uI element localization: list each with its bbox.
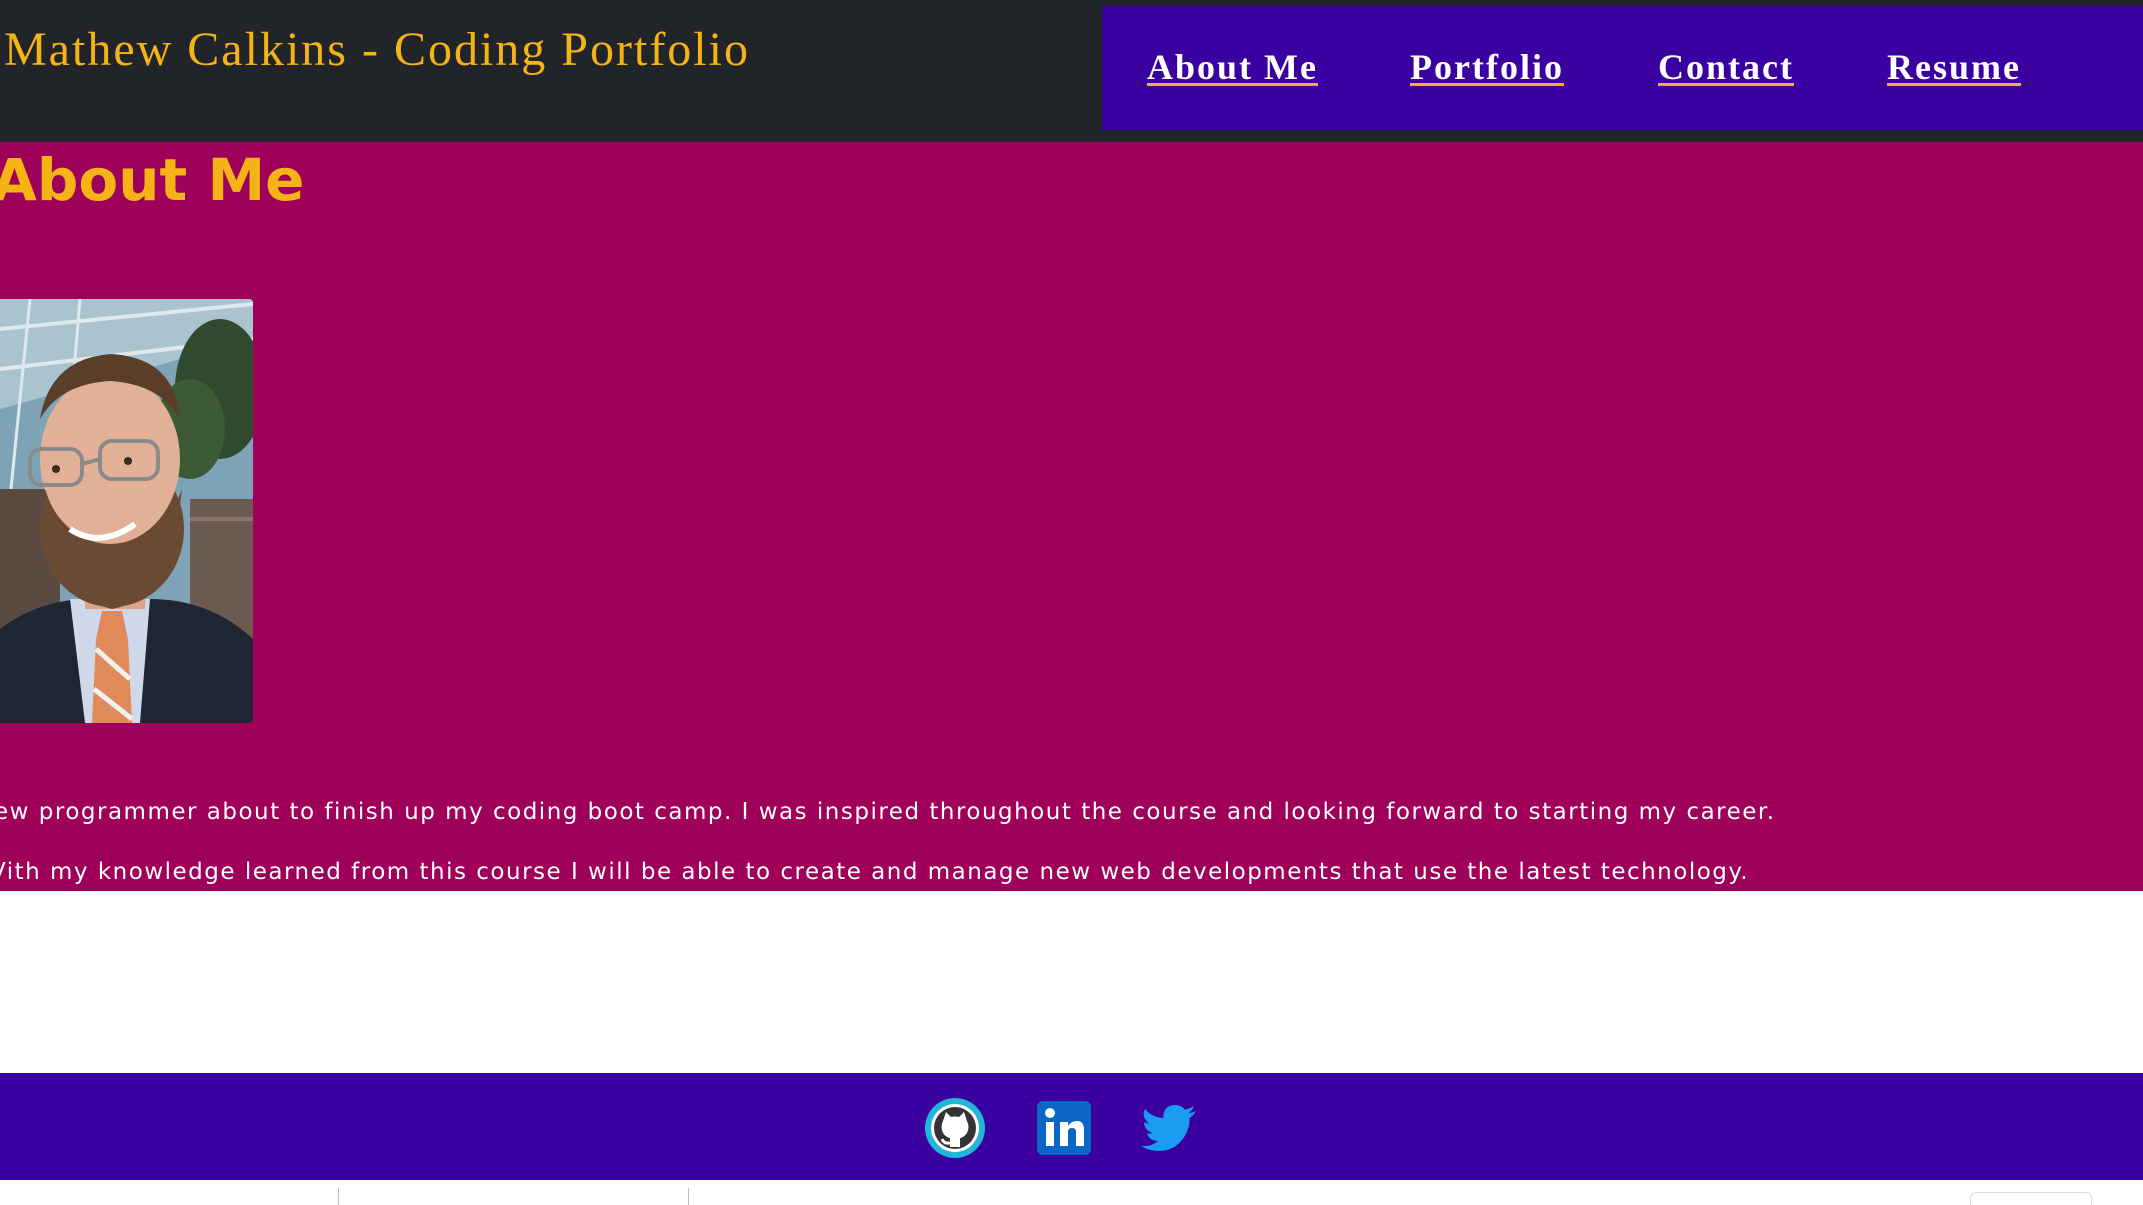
about-heading: About Me <box>0 146 305 214</box>
github-icon[interactable] <box>924 1097 986 1159</box>
nav-link-about-me[interactable]: About Me <box>1147 46 1318 88</box>
nav-link-portfolio[interactable]: Portfolio <box>1410 46 1564 88</box>
about-section: About Me ew programmer about to finish u… <box>0 142 2143 891</box>
bottom-strip <box>0 1180 2143 1205</box>
bio-paragraph-2: Vith my knowledge learned from this cour… <box>0 859 1750 885</box>
site-header: Mathew Calkins - Coding Portfolio About … <box>0 0 2143 142</box>
site-title: Mathew Calkins - Coding Portfolio <box>4 23 750 76</box>
nav-link-contact[interactable]: Contact <box>1658 46 1794 88</box>
strip-divider <box>688 1188 689 1205</box>
twitter-icon[interactable] <box>1140 1097 1202 1159</box>
main-nav: About Me Portfolio Contact Resume <box>1102 6 2143 130</box>
profile-photo-image <box>0 299 253 723</box>
nav-link-resume[interactable]: Resume <box>1887 46 2021 88</box>
linkedin-icon[interactable] <box>1033 1097 1095 1159</box>
corner-tab[interactable] <box>1970 1192 2092 1205</box>
site-footer <box>0 1073 2143 1180</box>
strip-divider <box>338 1188 339 1205</box>
bio-paragraph-1: ew programmer about to finish up my codi… <box>0 799 1776 825</box>
profile-photo <box>0 299 253 723</box>
